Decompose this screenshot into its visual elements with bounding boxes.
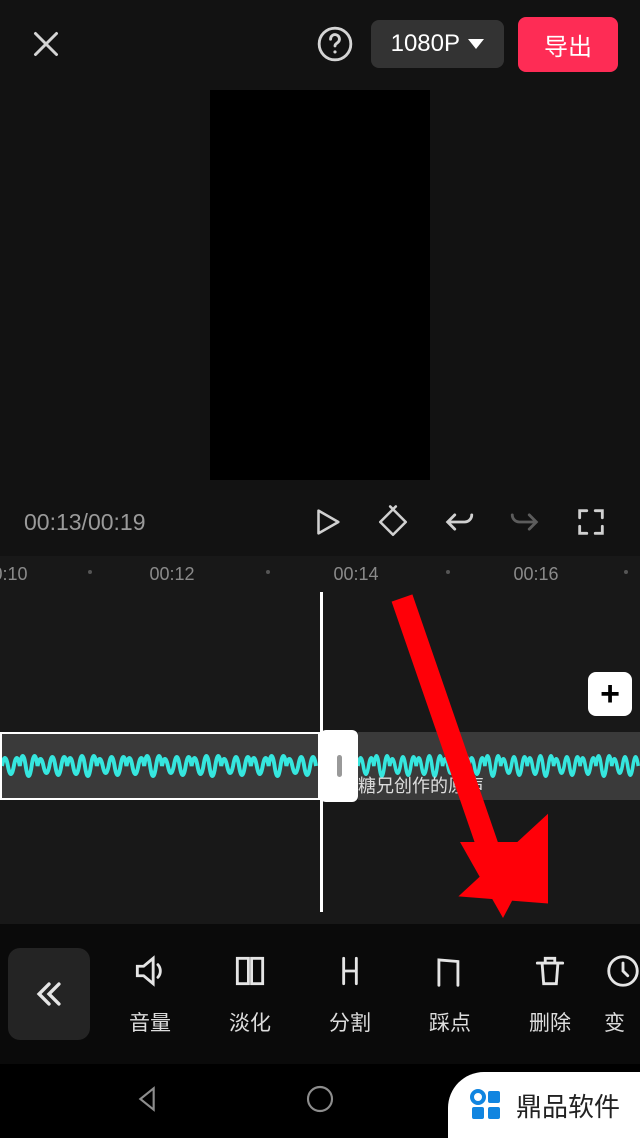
fullscreen-button[interactable] xyxy=(564,495,618,549)
ruler-tick xyxy=(624,570,628,574)
watermark-text: 鼎品软件 xyxy=(516,1087,620,1124)
ruler-tick xyxy=(266,570,270,574)
video-preview xyxy=(210,90,430,480)
resolution-label: 1080P xyxy=(391,30,460,58)
delete-icon xyxy=(531,952,569,995)
split-icon xyxy=(331,952,369,995)
tool-label: 淡化 xyxy=(229,1007,271,1037)
playback-time: 00:13/00:19 xyxy=(24,509,146,536)
speed-icon xyxy=(604,952,640,995)
close-button[interactable] xyxy=(22,20,70,68)
ruler-time-label: 00:14 xyxy=(333,564,378,585)
dropdown-icon xyxy=(468,39,484,49)
export-button[interactable]: 导出 xyxy=(518,17,618,72)
ruler-tick xyxy=(88,570,92,574)
audio-clip-selected[interactable] xyxy=(0,732,320,800)
watermark-logo-icon xyxy=(466,1085,506,1125)
ruler-tick xyxy=(446,570,450,574)
ruler-time-label: 00:16 xyxy=(513,564,558,585)
clip-trim-handle[interactable] xyxy=(320,730,358,802)
tool-label: 踩点 xyxy=(429,1007,471,1037)
toolbar-back-button[interactable] xyxy=(8,948,90,1040)
ruler-time-label: 0:10 xyxy=(0,564,28,585)
timeline-ruler[interactable]: 0:10 00:12 00:14 00:16 xyxy=(0,556,640,592)
watermark: 鼎品软件 xyxy=(448,1072,640,1138)
play-button[interactable] xyxy=(300,495,354,549)
tool-split[interactable]: 分割 xyxy=(300,934,400,1054)
fade-icon xyxy=(231,952,269,995)
tool-label: 音量 xyxy=(129,1007,171,1037)
tool-fade[interactable]: 淡化 xyxy=(200,934,300,1054)
undo-button[interactable] xyxy=(432,495,486,549)
tool-volume[interactable]: 音量 xyxy=(100,934,200,1054)
waveform-icon xyxy=(2,734,318,798)
timeline[interactable]: + 糖兄创作的原声 xyxy=(0,592,640,956)
nav-back-button[interactable] xyxy=(131,1083,163,1120)
tool-label: 分割 xyxy=(329,1007,371,1037)
clip-label: 糖兄创作的原声 xyxy=(358,772,484,798)
volume-icon xyxy=(131,952,169,995)
keyframe-button[interactable] xyxy=(366,495,420,549)
tool-speed[interactable]: 变 xyxy=(600,934,640,1054)
tool-label: 变 xyxy=(604,1007,625,1037)
tool-delete[interactable]: 删除 xyxy=(500,934,600,1054)
help-button[interactable] xyxy=(313,22,357,66)
ruler-time-label: 00:12 xyxy=(149,564,194,585)
bottom-toolbar: 音量 淡化 分割 踩点 删除 变 xyxy=(0,924,640,1064)
nav-home-button[interactable] xyxy=(304,1083,336,1120)
beat-icon xyxy=(431,952,469,995)
tool-label: 删除 xyxy=(529,1007,571,1037)
preview-area[interactable] xyxy=(0,88,640,488)
resolution-selector[interactable]: 1080P xyxy=(371,20,504,68)
tool-beat[interactable]: 踩点 xyxy=(400,934,500,1054)
add-clip-button[interactable]: + xyxy=(588,672,632,716)
redo-button xyxy=(498,495,552,549)
